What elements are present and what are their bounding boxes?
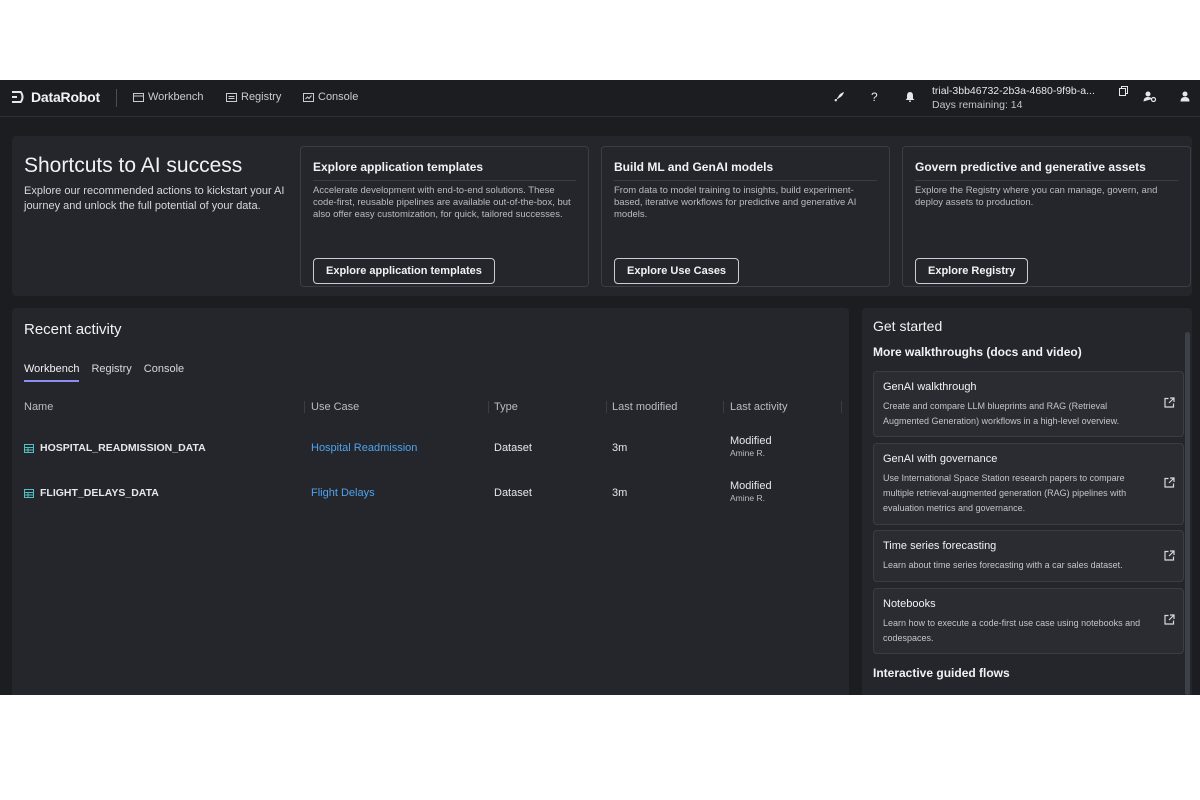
tab-workbench[interactable]: Workbench xyxy=(24,363,80,382)
column-divider xyxy=(841,401,842,413)
walkthrough-description: Use International Space Station research… xyxy=(883,473,1127,513)
row-type: Dataset xyxy=(494,442,532,454)
row-last-activity: Modified Amine R. xyxy=(730,435,772,459)
row-name-cell[interactable]: HOSPITAL_READMISSION_DATA xyxy=(24,442,206,454)
nav-console[interactable]: Console xyxy=(303,91,358,103)
console-icon xyxy=(303,92,314,102)
help-icon[interactable]: ? xyxy=(871,90,878,104)
nav-workbench[interactable]: Workbench xyxy=(133,91,203,103)
explore-app-templates-button[interactable]: Explore application templates xyxy=(313,258,495,284)
tab-console[interactable]: Console xyxy=(144,363,184,382)
row-last-modified: 3m xyxy=(612,442,628,454)
walkthrough-description: Create and compare LLM blueprints and RA… xyxy=(883,401,1120,426)
row-last-activity: Modified Amine R. xyxy=(730,480,772,504)
top-bar: DataRobot Workbench Registry Console ? t… xyxy=(0,80,1200,117)
days-remaining: Days remaining: 14 xyxy=(932,99,1023,111)
card-title: Explore application templates xyxy=(313,160,576,181)
external-link-icon[interactable] xyxy=(1164,477,1175,491)
row-name-cell[interactable]: FLIGHT_DELAYS_DATA xyxy=(24,487,159,499)
row-name: HOSPITAL_READMISSION_DATA xyxy=(40,442,206,454)
logo-text: DataRobot xyxy=(31,89,100,105)
external-link-icon[interactable] xyxy=(1164,397,1175,411)
nav-workbench-label: Workbench xyxy=(148,91,204,103)
row-activity-user: Amine R. xyxy=(730,493,765,503)
shortcuts-description: Explore our recommended actions to kicks… xyxy=(24,185,285,212)
table-row[interactable]: HOSPITAL_READMISSION_DATA Hospital Readm… xyxy=(12,433,849,473)
get-started-panel: Get started More walkthroughs (docs and … xyxy=(862,308,1192,695)
card-app-templates: Explore application templates Accelerate… xyxy=(300,146,589,287)
account-name: trial-3bb46732-2b3a-4680-9f9b-a... xyxy=(932,85,1095,97)
bell-icon[interactable] xyxy=(905,91,915,105)
guided-flows-heading: Interactive guided flows xyxy=(873,666,1010,680)
dataset-icon xyxy=(24,488,34,498)
card-description: From data to model training to insights,… xyxy=(614,185,857,220)
recent-activity-panel: Recent activity Workbench Registry Conso… xyxy=(12,308,849,695)
nav-registry-label: Registry xyxy=(241,91,282,103)
rocket-icon[interactable] xyxy=(834,91,845,105)
datarobot-logo[interactable]: DataRobot xyxy=(12,89,100,105)
walkthrough-card-time-series[interactable]: Time series forecasting Learn about time… xyxy=(873,530,1184,582)
nav-console-label: Console xyxy=(318,91,359,103)
row-type: Dataset xyxy=(494,487,532,499)
explore-use-cases-button[interactable]: Explore Use Cases xyxy=(614,258,740,284)
walkthrough-title: Notebooks xyxy=(883,598,936,610)
recent-activity-title: Recent activity xyxy=(24,321,122,338)
datarobot-logo-icon xyxy=(12,91,24,103)
walkthrough-title: GenAI with governance xyxy=(883,453,998,465)
get-started-title: Get started xyxy=(873,318,943,334)
walkthrough-card-genai[interactable]: GenAI walkthrough Create and compare LLM… xyxy=(873,371,1184,437)
walkthrough-title: Time series forecasting xyxy=(883,540,997,552)
column-header-last-activity[interactable]: Last activity xyxy=(730,401,787,413)
row-activity-user: Amine R. xyxy=(730,448,765,458)
explore-registry-button[interactable]: Explore Registry xyxy=(915,258,1029,284)
account-info[interactable]: trial-3bb46732-2b3a-4680-9f9b-a... Days … xyxy=(932,84,1095,112)
column-divider xyxy=(606,401,607,413)
walkthrough-card-notebooks[interactable]: Notebooks Learn how to execute a code-fi… xyxy=(873,588,1184,654)
nav-registry[interactable]: Registry xyxy=(226,91,281,103)
row-name: FLIGHT_DELAYS_DATA xyxy=(40,487,159,499)
card-build-models: Build ML and GenAI models From data to m… xyxy=(601,146,890,287)
registry-icon xyxy=(226,92,237,102)
walkthrough-title: GenAI walkthrough xyxy=(883,381,977,393)
row-activity-action: Modified xyxy=(730,480,772,492)
get-started-scrollbar[interactable] xyxy=(1185,332,1190,695)
column-divider xyxy=(488,401,489,413)
shortcuts-title: Shortcuts to AI success xyxy=(24,154,243,177)
external-link-icon[interactable] xyxy=(1164,550,1175,564)
card-title: Govern predictive and generative assets xyxy=(915,160,1178,181)
card-description: Explore the Registry where you can manag… xyxy=(915,185,1158,208)
external-link-icon[interactable] xyxy=(1164,614,1175,628)
workbench-icon xyxy=(133,92,144,102)
shortcuts-panel: Shortcuts to AI success Explore our reco… xyxy=(12,136,1192,296)
column-header-use-case[interactable]: Use Case xyxy=(311,401,359,413)
column-header-name[interactable]: Name xyxy=(24,401,53,413)
card-title: Build ML and GenAI models xyxy=(614,160,877,181)
dataset-icon xyxy=(24,443,34,453)
column-divider xyxy=(304,401,305,413)
recent-tabs: Workbench Registry Console xyxy=(24,363,184,382)
card-description: Accelerate development with end-to-end s… xyxy=(313,185,571,220)
row-use-case-link[interactable]: Flight Delays xyxy=(311,487,375,499)
walkthrough-description: Learn about time series forecasting with… xyxy=(883,560,1123,570)
row-last-modified: 3m xyxy=(612,487,628,499)
profile-icon[interactable] xyxy=(1180,91,1190,105)
column-header-last-modified[interactable]: Last modified xyxy=(612,401,677,413)
card-govern-assets: Govern predictive and generative assets … xyxy=(902,146,1191,287)
column-header-type[interactable]: Type xyxy=(494,401,518,413)
row-use-case-link[interactable]: Hospital Readmission xyxy=(311,442,417,454)
walkthrough-description: Learn how to execute a code-first use ca… xyxy=(883,618,1141,643)
walkthroughs-heading: More walkthroughs (docs and video) xyxy=(873,345,1082,359)
walkthrough-card-genai-governance[interactable]: GenAI with governance Use International … xyxy=(873,443,1184,525)
column-divider xyxy=(723,401,724,413)
header-divider xyxy=(116,89,117,107)
table-row[interactable]: FLIGHT_DELAYS_DATA Flight Delays Dataset… xyxy=(12,478,849,518)
user-settings-icon[interactable] xyxy=(1143,91,1157,105)
row-activity-action: Modified xyxy=(730,435,772,447)
copy-icon[interactable] xyxy=(1119,85,1128,99)
app-window: DataRobot Workbench Registry Console ? t… xyxy=(0,80,1200,695)
tab-registry[interactable]: Registry xyxy=(91,363,131,382)
